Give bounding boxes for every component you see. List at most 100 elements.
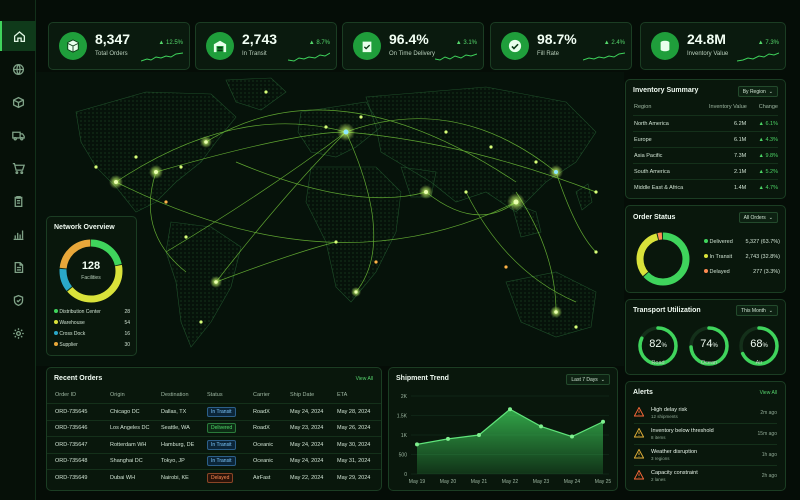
- sidebar-item-tasks[interactable]: [0, 186, 36, 216]
- column-header: ETA: [337, 392, 348, 398]
- kpi-change: ▲ 12.5%: [158, 40, 183, 46]
- kpi-change: ▲ 3.1%: [455, 40, 477, 46]
- box-icon: [12, 96, 24, 108]
- kpi-card-total-orders[interactable]: 8,347 Total Orders ▲ 12.5%: [48, 22, 190, 70]
- alerts-panel: Alerts View All High delay risk 12 shipm…: [625, 381, 786, 491]
- table-row[interactable]: ORD-735649 Dubai WH Nairobi, KE Delayed AirF…: [47, 469, 381, 485]
- ship-date: May 23, 2024: [290, 425, 324, 431]
- kpi-card-on-time-delivery[interactable]: 96.4% On Time Delivery ▲ 3.1%: [342, 22, 484, 70]
- table-row[interactable]: Asia Pacific 7.3M ▲ 9.8%: [633, 147, 778, 163]
- sidebar-item-security[interactable]: [0, 285, 36, 315]
- table-row[interactable]: Middle East & Africa 1.4M ▲ 4.7%: [633, 179, 778, 195]
- data-point[interactable]: [601, 419, 605, 424]
- alert-item[interactable]: High delay risk 12 shipments 2m ago: [634, 404, 777, 424]
- column-header: Region: [634, 104, 652, 110]
- carrier: Oceanic: [253, 458, 274, 464]
- table-row[interactable]: ORD-735647 Rotterdam WH Hamburg, DE In Tran…: [47, 436, 381, 452]
- warning-icon: [634, 428, 644, 438]
- period-select[interactable]: This Month ⌄: [736, 305, 778, 316]
- order-status-panel: Order Status All Orders ⌄ Delivered 5,327 …: [625, 205, 786, 293]
- sidebar-item-inventory[interactable]: [0, 87, 36, 117]
- order-id: ORD-735649: [55, 474, 88, 481]
- kpi-card-in-transit[interactable]: 2,743 In Transit ▲ 8.7%: [195, 22, 337, 70]
- alert-subtitle: 3 regions: [651, 456, 670, 461]
- sidebar-item-orders[interactable]: [0, 153, 36, 183]
- orders-select[interactable]: All Orders ⌄: [738, 212, 778, 223]
- data-point[interactable]: [477, 433, 481, 437]
- table-row[interactable]: South America 2.1M ▲ 5.2%: [633, 163, 778, 179]
- inventory-value: 1.4M: [734, 184, 747, 191]
- legend-dot: [54, 320, 58, 324]
- facilities-label: Facilities: [81, 275, 101, 281]
- sparkline: [141, 52, 183, 62]
- alert-subtitle: 2 lanes: [651, 477, 666, 482]
- sidebar-item-network[interactable]: [0, 54, 36, 84]
- sidebar-item-analytics[interactable]: [0, 219, 36, 249]
- warehouse-icon: [206, 32, 234, 60]
- column-header: Order ID: [55, 392, 77, 398]
- table-row[interactable]: ORD-735648 Shanghai DC Tokyo, JP In Transit…: [47, 452, 381, 469]
- view-all-alerts-link[interactable]: View All: [760, 390, 777, 396]
- gear-icon: [12, 327, 24, 339]
- sidebar-item-reports[interactable]: [0, 252, 36, 282]
- order-id: ORD-735647: [55, 441, 88, 448]
- range-select[interactable]: Last 7 Days ⌄: [566, 374, 610, 385]
- kpi-change: ▲ 7.3%: [757, 40, 779, 46]
- kpi-value: 2,743: [242, 31, 278, 47]
- kpi-value: 96.4%: [389, 31, 429, 47]
- legend-label: Delayed: [709, 269, 730, 275]
- view-all-orders-link[interactable]: View All: [356, 376, 373, 382]
- y-tick-label: 500: [399, 453, 408, 459]
- kpi-card-inventory-value[interactable]: 24.8M Inventory Value ▲ 7.3%: [640, 22, 786, 70]
- sidebar-item-shipments[interactable]: [0, 120, 36, 150]
- data-point[interactable]: [539, 424, 543, 429]
- carrier: RoadX: [253, 408, 270, 415]
- bar-chart-icon: [13, 229, 23, 240]
- chevron-down-icon: ⌄: [768, 214, 773, 221]
- sidebar-item-settings[interactable]: [0, 318, 36, 348]
- kpi-label: On Time Delivery: [389, 51, 436, 57]
- destination: Nairobi, KE: [161, 474, 189, 481]
- legend-value: 277 (3.3%): [753, 269, 780, 275]
- origin: Los Angeles DC: [110, 425, 150, 431]
- y-tick-label: 1.5K: [397, 414, 408, 420]
- table-row[interactable]: Europe 6.1M ▲ 4.3%: [633, 131, 778, 147]
- data-point[interactable]: [415, 442, 419, 447]
- origin: Rotterdam WH: [110, 441, 147, 448]
- change-value: ▲ 6.1%: [758, 120, 778, 127]
- alert-time: 15m ago: [757, 431, 777, 437]
- inventory-value: 6.1M: [734, 136, 747, 143]
- legend-dot: [704, 269, 708, 273]
- alert-item[interactable]: Weather disruption 3 regions 1h ago: [634, 446, 777, 466]
- legend-value: 5,327 (63.7%): [745, 239, 780, 245]
- data-point[interactable]: [446, 436, 450, 441]
- sparkline: [737, 52, 779, 62]
- order-status-donut: [636, 232, 690, 286]
- gauge-label-air: Air: [755, 360, 763, 366]
- column-header: Ship Date: [290, 392, 315, 398]
- region-name: North America: [634, 120, 669, 127]
- table-row[interactable]: North America 6.2M ▲ 6.1%: [633, 115, 778, 131]
- gauge-value-air: 68%: [750, 338, 768, 350]
- data-point[interactable]: [508, 407, 512, 412]
- panel-title: Inventory Summary: [633, 87, 699, 94]
- region-name: Middle East & Africa: [634, 184, 684, 191]
- alert-title: Capacity constraint: [651, 470, 698, 476]
- legend-value: 2,743 (32.8%): [745, 254, 780, 260]
- eta: May 31, 2024: [337, 458, 371, 464]
- data-point[interactable]: [570, 434, 574, 439]
- table-row[interactable]: ORD-735645 Chicago DC Dallas, TX In Transit…: [47, 403, 381, 419]
- sidebar-item-home[interactable]: [0, 21, 36, 51]
- check-circle-icon: [501, 32, 529, 60]
- kpi-value: 8,347: [95, 31, 131, 47]
- table-row[interactable]: ORD-735646 Los Angeles DC Seattle, WA Deliv…: [47, 419, 381, 436]
- panel-title: Alerts: [633, 389, 653, 396]
- alert-subtitle: 8 items: [651, 435, 666, 440]
- region-select[interactable]: By Region ⌄: [737, 86, 778, 97]
- alert-item[interactable]: Capacity constraint 2 lanes 2h ago: [634, 467, 777, 487]
- origin: Shanghai DC: [110, 458, 143, 464]
- legend-dot: [54, 331, 58, 335]
- kpi-card-fill-rate[interactable]: 98.7% Fill Rate ▲ 2.4%: [490, 22, 632, 70]
- carrier: Oceanic: [253, 441, 274, 448]
- alert-item[interactable]: Inventory below threshold 8 items 15m ag…: [634, 425, 777, 445]
